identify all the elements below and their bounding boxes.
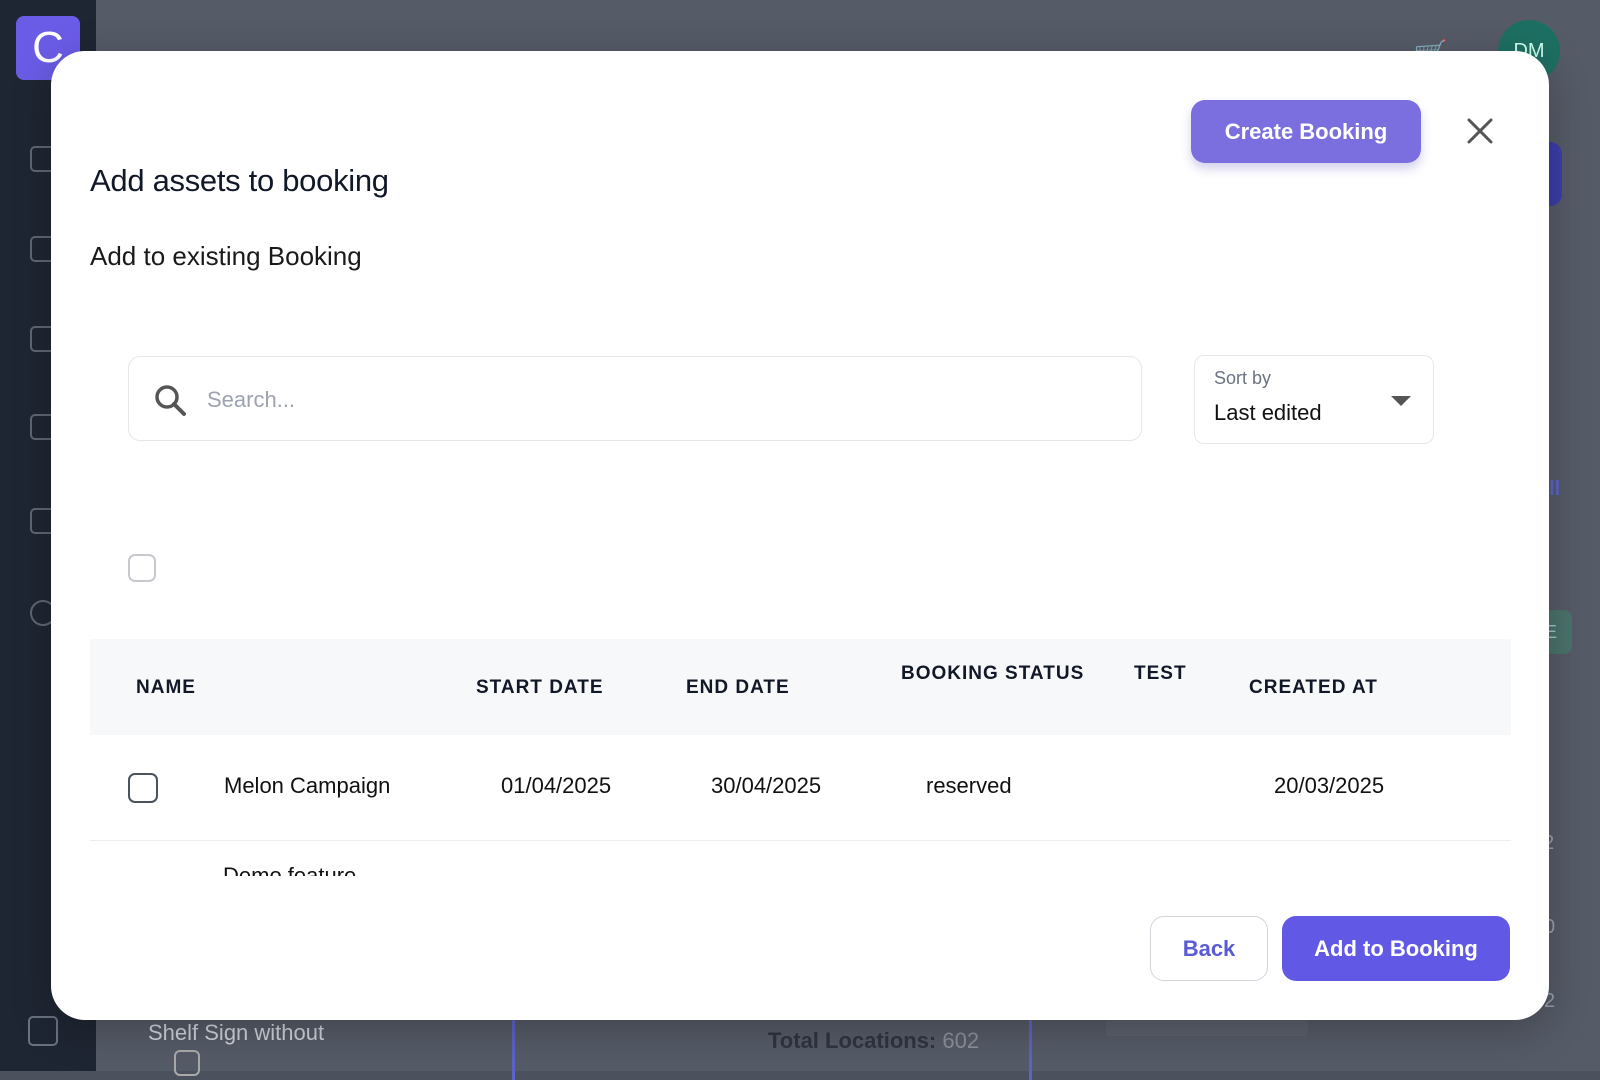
column-header-end-date[interactable]: END DATE — [686, 677, 790, 699]
sort-label: Sort by — [1214, 368, 1272, 388]
add-assets-modal: Add assets to booking Create Booking Add… — [51, 51, 1549, 1020]
add-to-booking-button[interactable]: Add to Booking — [1282, 916, 1510, 981]
sort-value: Last edited — [1214, 400, 1322, 425]
search-input[interactable] — [205, 379, 1109, 421]
created-at: 20/03/2025 — [1274, 773, 1385, 798]
total-value: 602 — [942, 1028, 980, 1053]
column-header-booking-status[interactable]: BOOKING STATUS — [901, 663, 1084, 685]
section-subtitle: Add to existing Booking — [90, 241, 362, 271]
logout-icon[interactable] — [28, 1016, 58, 1046]
partial-row-name: Demo feature — [223, 863, 357, 876]
booking-name: Melon Campaign — [224, 773, 391, 798]
total-locations: Total Locations: 602 — [768, 1028, 979, 1054]
modal-title: Add assets to booking — [90, 163, 389, 198]
background-checkbox — [174, 1050, 200, 1076]
column-header-test[interactable]: TEST — [1134, 663, 1187, 685]
table-header: NAME START DATE END DATE BOOKING STATUS … — [90, 639, 1511, 735]
chevron-down-icon — [1391, 396, 1411, 406]
search-icon — [152, 382, 188, 418]
create-booking-button[interactable]: Create Booking — [1191, 100, 1421, 163]
search-box — [128, 356, 1142, 441]
column-header-start-date[interactable]: START DATE — [476, 677, 604, 699]
start-date: 01/04/2025 — [501, 773, 612, 798]
total-label: Total Locations: — [768, 1028, 937, 1053]
column-header-created-at[interactable]: CREATED AT — [1249, 677, 1378, 699]
back-button[interactable]: Back — [1150, 916, 1268, 981]
select-all-checkbox[interactable] — [128, 554, 156, 582]
close-icon[interactable] — [1462, 113, 1498, 149]
sort-dropdown[interactable]: Sort by Last edited — [1194, 355, 1434, 444]
background-row-label: Shelf Sign without — [148, 1020, 325, 1045]
table-row[interactable]: Melon Campaign 01/04/2025 30/04/2025 res… — [90, 735, 1511, 841]
row-checkbox[interactable] — [128, 773, 158, 803]
booking-status: reserved — [926, 773, 1012, 798]
end-date: 30/04/2025 — [711, 773, 822, 798]
column-header-name[interactable]: NAME — [136, 677, 196, 699]
